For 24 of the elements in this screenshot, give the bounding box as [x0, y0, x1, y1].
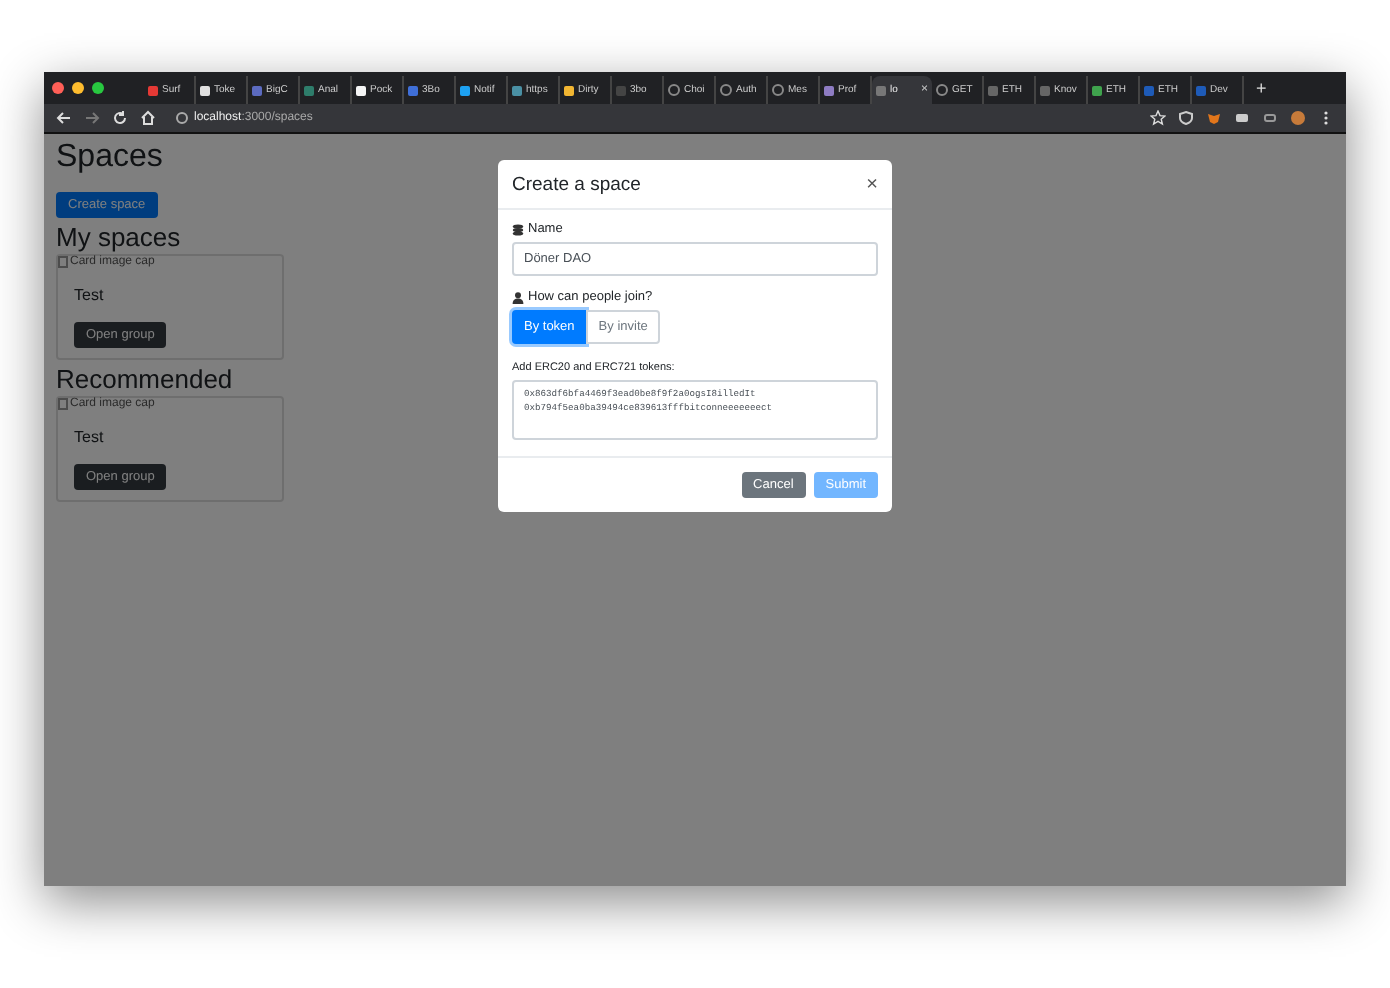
- reload-icon[interactable]: [112, 110, 128, 126]
- back-icon[interactable]: [56, 110, 72, 126]
- section-heading: My spaces: [56, 222, 181, 252]
- close-button[interactable]: ×: [866, 174, 878, 196]
- page-title: Spaces: [56, 140, 163, 176]
- user-icon: [512, 291, 524, 303]
- home-icon[interactable]: [140, 110, 156, 126]
- globe-icon: [668, 84, 680, 96]
- stack-icon: [512, 223, 524, 235]
- globe-icon: [772, 84, 784, 96]
- avatar-icon[interactable]: [1290, 110, 1306, 126]
- globe-icon: [936, 84, 948, 96]
- broken-image-icon: [58, 398, 68, 410]
- card-title: Test: [74, 286, 106, 304]
- modal-title: Create a space: [512, 174, 641, 196]
- globe-icon: [720, 84, 732, 96]
- broken-image-icon: [58, 256, 68, 268]
- shield-icon[interactable]: [1178, 110, 1194, 126]
- star-icon[interactable]: [1150, 110, 1166, 126]
- forward-icon[interactable]: [84, 110, 100, 126]
- section-heading: Recommended: [56, 364, 233, 394]
- fox-icon[interactable]: [1206, 110, 1222, 126]
- card-title: Test: [74, 428, 106, 446]
- new-tab-button[interactable]: +: [1256, 78, 1267, 98]
